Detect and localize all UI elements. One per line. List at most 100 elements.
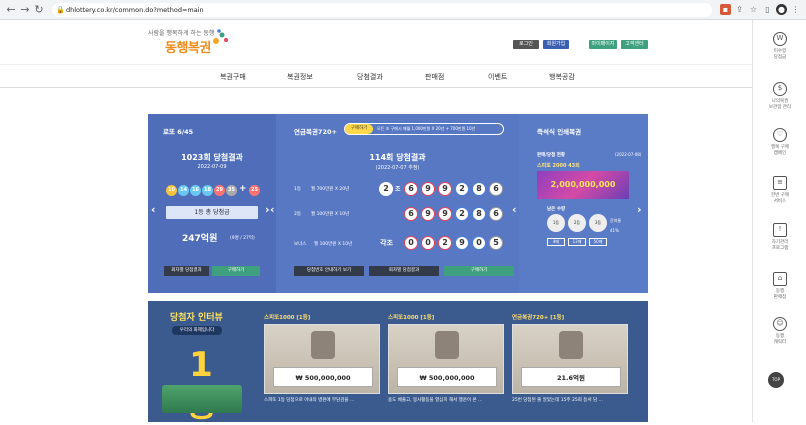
logo-mark-icon [213,29,228,44]
logo-subtitle: 사람을 행복하게 하는 동행 [148,30,215,37]
signup-button[interactable]: 회원가입 [543,40,569,49]
pension-digit: 2 [455,207,469,221]
quick-item-service[interactable]: ≡ 한번 구매 서비스 [753,176,806,205]
pension-group-ball: 2 [379,182,393,196]
share-icon[interactable]: ⇪ [734,4,745,15]
pension-buy-button[interactable]: 구매하기 [444,266,514,276]
instant-subtitle: 판매/당첨 현황 [537,153,566,158]
remain-count: 4매 [547,238,565,246]
back-icon[interactable]: ← [4,3,18,17]
url-text: dhlottery.co.kr/common.do?method=main [66,6,204,14]
interview-card-tag: 스피또1000 [1등] [388,315,435,321]
lotto-ball: 14 [178,185,189,196]
lotto-prev-icon[interactable]: ‹ [151,203,156,216]
pension-digit: 6 [404,182,418,196]
login-button[interactable]: 로그인 [513,40,539,49]
menu-icon[interactable]: ⋮ [790,4,801,15]
lotto-round: 1023회 당첨결과 [181,153,243,162]
interview-card[interactable]: 스피또1000 [1등] ₩ 500,000,000 용도 베풀고, 봉사활동을… [388,313,504,403]
instant-remain-table: 1등 2등 3등 잔여율 4매 13매 50매 41% [547,214,627,258]
quick-item-campaign[interactable]: ♡ 행복 구매 캠페인 [753,128,806,157]
lotto-ball: 18 [202,185,213,196]
lotto-bonus-ball: 25 [249,185,260,196]
nav-item-buy[interactable]: 복권구매 [220,72,246,82]
instant-prev-icon[interactable]: ‹ [512,203,517,216]
lotto-ball: 35 [226,185,237,196]
remain-rate: 41% [610,228,619,233]
instant-remain-label: 남은 수량 [547,207,566,212]
pension-digit: 6 [489,207,503,221]
lotto-results-button[interactable]: 회차별 당첨결과 [164,266,209,276]
pension-desc-box: 구매하기 모든 조 구매시 매월 1,000만원 X 20년 + 700만원 1… [344,123,504,135]
instant-prize: 2,000,000,000 [550,180,616,189]
logo[interactable]: 동행복권 [165,37,211,56]
nav-item-stores[interactable]: 판매점 [425,72,444,82]
instant-next-icon[interactable]: › [637,203,642,216]
scroll-top-button[interactable]: TOP [768,372,784,388]
lotto-section: 로또 6/45 1023회 당첨결과 2022-07-09 10 14 16 1… [148,114,276,293]
quick-item-locker[interactable]: $ 나의복권 보관함 관리 [753,82,806,111]
nav-item-happy[interactable]: 행복공감 [549,72,575,82]
pension-digit: 9 [455,236,469,250]
interview-badge: 1등 [186,345,217,425]
alert-icon: ! [773,223,787,237]
lotto-next-icon[interactable]: › [265,203,270,216]
pension-title: 연금복권720+ [294,128,337,136]
remain-count: 13매 [568,238,586,246]
results-panel: 로또 6/45 1023회 당첨결과 2022-07-09 10 14 16 1… [148,114,648,293]
nav-item-event[interactable]: 이벤트 [488,72,507,82]
document-icon: ≡ [773,176,787,190]
interview-card[interactable]: 스피또1000 [1등] ₩ 500,000,000 스피또 1등 당첨으로 아… [264,313,380,403]
address-bar[interactable]: 🔒 dhlottery.co.kr/common.do?method=main [52,3,712,17]
pension-check-button[interactable]: 당첨번호 안내하기 보기 [294,266,364,276]
reload-icon[interactable]: ↻ [32,3,46,17]
pension-desc: 모든 조 구매시 매월 1,000만원 X 20년 + 700만원 10년 [377,126,476,131]
profile-avatar[interactable]: ● [776,4,787,15]
mypage-button[interactable]: 마이페이지 [589,40,617,49]
quick-item-unclaimed[interactable]: W 미수령 당첨금 [753,32,806,61]
pension-buy-badge[interactable]: 구매하기 [345,124,373,134]
blurred-face [435,331,459,359]
pension-rank-label: 2등 [294,212,302,217]
remain-count: 50매 [589,238,607,246]
lock-icon: 🔒 [56,6,65,14]
quick-item-selfcheck[interactable]: ! 자기관리 프로그램 [753,223,806,252]
pension-digit: 0 [421,236,435,250]
pension-section: 연금복권720+ 구매하기 모든 조 구매시 매월 1,000만원 X 20년 … [270,114,519,293]
pension-digit: 5 [489,236,503,250]
winner-check-amount: ₩ 500,000,000 [397,367,497,387]
nav-item-info[interactable]: 복권정보 [287,72,313,82]
interview-card-caption: 스피또 1등 당첨으로 아내의 병원에 부담감을 ... [264,398,355,403]
pension-bonus-group: 각조 [380,239,393,247]
forward-icon[interactable]: → [18,3,32,17]
quick-item-label: 동행 캐릭터 [773,334,787,345]
interview-card-tag: 연금복권720+ [1등] [512,315,565,321]
pension-prev-icon[interactable]: ‹ [270,203,275,216]
quick-item-character[interactable]: ☺ 동행 캐릭터 [753,317,806,346]
interview-title: 당첨자 인터뷰 [170,313,223,323]
pension-digit: 6 [404,207,418,221]
winner-photo: 21.6억원 [512,324,628,394]
won-icon: W [773,32,787,46]
interview-card[interactable]: 연금복권720+ [1등] 21.6억원 25번 당첨된 줄 알았는데 15주 … [512,313,628,403]
customer-center-button[interactable]: 고객센터 [621,40,648,49]
quick-item-stores[interactable]: ⌂ 동행 판매점 [753,272,806,301]
lotto-buy-button[interactable]: 구매하기 [212,266,260,276]
pension-digit: 0 [404,236,418,250]
instant-title: 즉석식 인쇄복권 [537,128,582,136]
store-icon: ⌂ [773,272,787,286]
instant-ticket-image: 2,000,000,000 [537,171,629,199]
lotto-amount: 247억원 [182,234,218,244]
sidepanel-icon[interactable]: ▯ [762,4,773,15]
pension-results-button[interactable]: 회차별 당첨결과 [369,266,439,276]
winner-photo: ₩ 500,000,000 [264,324,380,394]
blurred-face [559,331,583,359]
interview-more-button[interactable]: 우리의 화제입니다 [172,326,222,335]
lotto-ball: 10 [166,185,177,196]
lotto-ball: 16 [190,185,201,196]
lotto-prize-label: 1등 총 당첨금 [166,206,258,219]
lotto-ball: 29 [214,185,225,196]
nav-item-results[interactable]: 당첨결과 [357,72,383,82]
extension-icon[interactable]: ▪ [720,4,731,15]
star-icon[interactable]: ☆ [748,4,759,15]
